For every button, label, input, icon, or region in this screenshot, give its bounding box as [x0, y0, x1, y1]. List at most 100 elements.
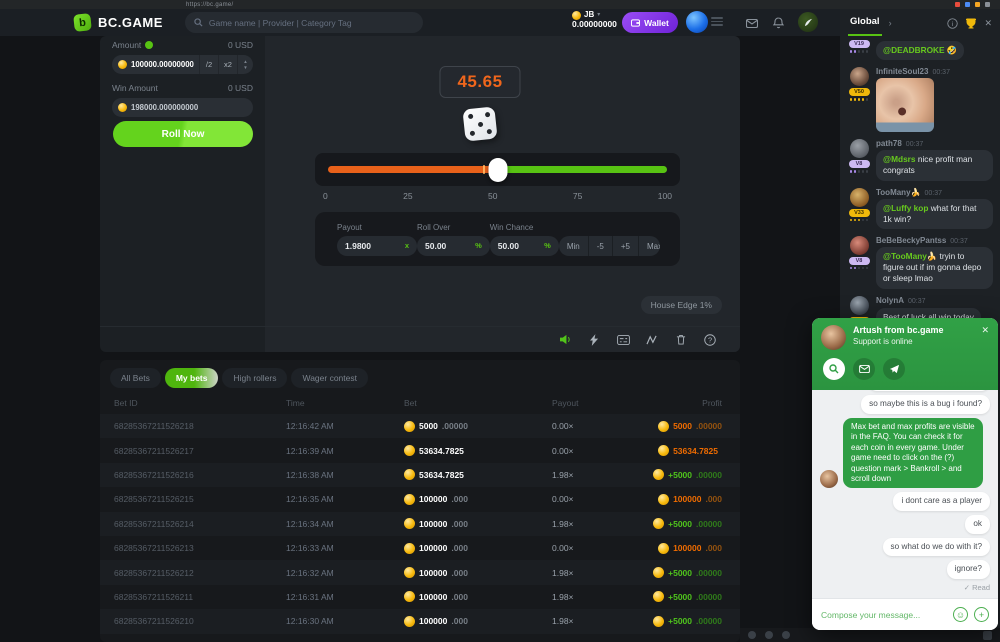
support-agent-photo [820, 470, 838, 488]
username[interactable]: TooMany🍌 [876, 188, 920, 197]
attach-plus-icon[interactable]: + [974, 607, 989, 622]
coin-icon [404, 469, 415, 480]
min-button[interactable]: Min [559, 236, 588, 256]
bet-amount-field: 100000.00000000 /2 x2 ▲▼ [112, 55, 253, 74]
currency-swap-icon[interactable] [145, 41, 153, 49]
hotkeys-icon[interactable] [615, 332, 631, 348]
support-email-button[interactable] [853, 358, 875, 380]
chat-rules-info-icon[interactable]: i [947, 18, 958, 29]
coin-icon [118, 103, 127, 112]
search-input[interactable] [209, 18, 414, 28]
table-row[interactable]: 6828536721152621312:16:33 AM 100000.000 … [100, 536, 740, 560]
tab-my-bets[interactable]: My bets [165, 368, 219, 388]
turbo-bolt-icon[interactable] [586, 332, 602, 348]
max-button[interactable]: Max [638, 236, 660, 256]
tab-wager-contest[interactable]: Wager contest [291, 368, 368, 388]
double-bet-button[interactable]: x2 [218, 55, 237, 74]
emoji-smiley-icon[interactable]: ☺ [953, 607, 968, 622]
username[interactable]: BeBeBeckyPantss [876, 236, 946, 245]
avatar[interactable] [850, 236, 869, 255]
level-badge: V8 [849, 160, 870, 168]
half-bet-button[interactable]: /2 [199, 55, 218, 74]
send-icon[interactable] [983, 631, 992, 640]
support-agent-avatar[interactable] [798, 12, 818, 32]
level-dots [850, 50, 869, 53]
coin-drop-icon[interactable] [782, 631, 790, 639]
avatar[interactable] [850, 67, 869, 86]
payout-input[interactable]: 1.9800x [337, 236, 417, 256]
coin-icon [653, 469, 664, 480]
coin-icon [658, 421, 669, 432]
messages-icon[interactable] [744, 15, 760, 31]
chat-close-icon[interactable]: ✕ [984, 18, 992, 29]
table-row[interactable]: 6828536721152621712:16:39 AM 53634.7825 … [100, 438, 740, 462]
user-mention[interactable]: @DEADBROKE [883, 45, 945, 55]
wallet-button[interactable]: Wallet [622, 12, 678, 33]
support-compose-input[interactable] [821, 610, 947, 620]
table-row[interactable]: 6828536721152621812:16:42 AM 5000.00000 … [100, 414, 740, 438]
tab-all-bets[interactable]: All Bets [110, 368, 161, 388]
user-mention[interactable]: @Luffy kop [883, 203, 928, 213]
app-header: b BC.GAME JB▾ 0.00000000 Wallet [0, 9, 840, 36]
help-icon[interactable]: ? [702, 332, 718, 348]
chat-channel-selector[interactable]: Global [848, 10, 882, 36]
support-message-agent-row: Max bet and max profits are visible in t… [820, 418, 983, 488]
avatar[interactable] [850, 296, 869, 315]
coin-icon [658, 494, 669, 505]
minus-5-button[interactable]: -5 [588, 236, 612, 256]
username[interactable]: path78 [876, 139, 902, 148]
stats-trend-icon[interactable] [644, 332, 660, 348]
svg-text:?: ? [708, 335, 712, 344]
username[interactable]: InfiniteSoul23 [876, 67, 928, 76]
notifications-bell-icon[interactable] [770, 15, 786, 31]
slider-handle[interactable] [488, 158, 507, 182]
chevron-right-icon[interactable]: › [889, 18, 892, 28]
email-icon [859, 365, 870, 373]
bet-controls-panel: Amount 0 USD 100000.00000000 /2 x2 ▲▼ Wi… [100, 36, 265, 352]
gif-icon[interactable] [765, 631, 773, 639]
support-telegram-button[interactable] [883, 358, 905, 380]
table-row[interactable]: 6828536721152621212:16:32 AM 100000.000 … [100, 560, 740, 584]
table-row[interactable]: 6828536721152621412:16:34 AM 100000.000 … [100, 512, 740, 536]
coin-icon [653, 518, 664, 529]
coin-icon [404, 445, 415, 456]
contest-trophy-icon[interactable] [965, 18, 977, 29]
avatar[interactable] [850, 139, 869, 158]
clear-data-trash-icon[interactable] [673, 332, 689, 348]
balance-selector[interactable]: JB▾ 0.00000000 [572, 11, 617, 29]
plus-5-button[interactable]: +5 [612, 236, 638, 256]
sound-icon[interactable] [557, 332, 573, 348]
roll-slider-track[interactable] [328, 166, 667, 173]
user-mention[interactable]: @Mdsrs [883, 154, 916, 164]
profile-menu-icon[interactable] [711, 17, 723, 26]
chat-header: Global › i ✕ [840, 9, 1000, 37]
table-row[interactable]: 6828536721152621612:16:38 AM 53634.7825 … [100, 463, 740, 487]
user-mention[interactable]: @TooMany🍌 [883, 251, 937, 261]
roll-over-input[interactable]: 50.00% [417, 236, 490, 256]
tab-high-rollers[interactable]: High rollers [222, 368, 287, 388]
win-chance-input[interactable]: 50.00% [490, 236, 559, 256]
url-bar[interactable]: https://bc.game/ [186, 2, 234, 8]
amount-stepper[interactable]: ▲▼ [237, 55, 253, 74]
table-row[interactable]: 6828536721152621512:16:35 AM 100000.000 … [100, 487, 740, 511]
win-amount-field[interactable]: 198000.000000000 [112, 98, 253, 117]
read-receipt: ✓ Read [964, 583, 990, 592]
chat-image-crying-baby[interactable] [876, 78, 934, 132]
emoji-icon[interactable] [748, 631, 756, 639]
bet-amount-input[interactable]: 100000.00000000 [112, 60, 199, 69]
support-search-button[interactable] [823, 358, 845, 380]
game-search[interactable] [185, 12, 423, 33]
avatar[interactable] [850, 188, 869, 207]
level-badge: V33 [849, 209, 870, 217]
bcgame-logo[interactable]: b BC.GAME [74, 14, 163, 31]
win-amount-usd-value: 0 USD [228, 83, 253, 93]
username[interactable]: NolynA [876, 296, 904, 305]
roll-now-button[interactable]: Roll Now [113, 121, 253, 147]
bcgame-logo-icon: b [73, 13, 92, 32]
table-row[interactable]: 6828536721152621112:16:31 AM 100000.000 … [100, 585, 740, 609]
user-avatar[interactable] [686, 11, 708, 33]
support-close-icon[interactable]: ✕ [981, 325, 989, 336]
chat-input-bar[interactable] [740, 628, 1000, 642]
table-row[interactable]: 6828536721152621012:16:30 AM 100000.000 … [100, 609, 740, 633]
coin-icon [404, 543, 415, 554]
